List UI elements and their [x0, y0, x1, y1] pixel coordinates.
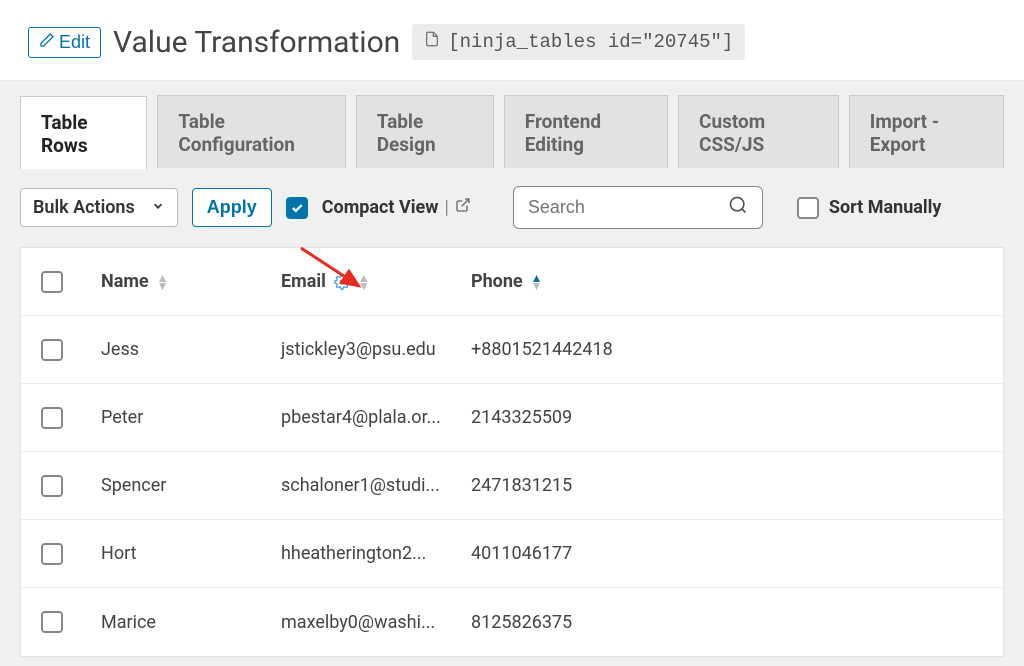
cell-phone: 2143325509 — [465, 407, 989, 428]
pencil-icon — [39, 32, 55, 53]
popout-icon[interactable] — [455, 197, 471, 218]
tab-table-configuration[interactable]: Table Configuration — [157, 95, 345, 168]
tab-table-rows[interactable]: Table Rows — [20, 96, 147, 169]
search-input[interactable] — [528, 197, 708, 218]
cell-name: Jess — [95, 339, 275, 360]
table-row[interactable]: Marice maxelby0@washi... 8125826375 — [21, 588, 1003, 656]
bulk-actions-label: Bulk Actions — [33, 197, 135, 218]
cell-email: pbestar4@plala.or... — [275, 407, 465, 428]
cell-email: jstickley3@psu.edu — [275, 339, 465, 360]
cell-phone: 4011046177 — [465, 543, 989, 564]
sort-icon: ▲▼ — [358, 274, 370, 290]
chevron-down-icon — [151, 197, 165, 218]
cell-name: Peter — [95, 407, 275, 428]
gear-icon[interactable] — [334, 274, 350, 290]
table-row[interactable]: Jess jstickley3@psu.edu +8801521442418 — [21, 316, 1003, 384]
tab-frontend-editing[interactable]: Frontend Editing — [504, 95, 668, 168]
sort-manually-checkbox[interactable] — [797, 197, 819, 219]
cell-email: schaloner1@studi... — [275, 475, 465, 496]
row-checkbox[interactable] — [41, 475, 63, 497]
sort-manually-label: Sort Manually — [829, 197, 942, 218]
row-checkbox[interactable] — [41, 611, 63, 633]
shortcode-text: [ninja_tables id="20745"] — [448, 31, 733, 53]
edit-button-label: Edit — [59, 32, 90, 53]
tab-import-export[interactable]: Import - Export — [849, 95, 1004, 168]
row-checkbox[interactable] — [41, 407, 63, 429]
document-icon — [424, 30, 440, 54]
cell-phone: +8801521442418 — [465, 339, 989, 360]
table-header-row: Name ▲▼ Email ▲▼ Phone ▲▼ — [21, 248, 1003, 316]
search-icon — [728, 195, 748, 220]
column-header-phone[interactable]: Phone ▲▼ — [471, 271, 543, 292]
tab-table-design[interactable]: Table Design — [356, 95, 494, 168]
cell-phone: 2471831215 — [465, 475, 989, 496]
compact-view-label: Compact View — [322, 197, 439, 218]
sort-icon: ▲▼ — [157, 274, 169, 290]
cell-phone: 8125826375 — [465, 612, 989, 633]
data-table: Name ▲▼ Email ▲▼ Phone ▲▼ — [20, 247, 1004, 657]
row-checkbox[interactable] — [41, 543, 63, 565]
page-title: Value Transformation — [113, 25, 400, 60]
row-checkbox[interactable] — [41, 339, 63, 361]
search-box[interactable] — [513, 186, 763, 229]
cell-name: Hort — [95, 543, 275, 564]
table-row[interactable]: Hort hheatherington2... 4011046177 — [21, 520, 1003, 588]
shortcode-display[interactable]: [ninja_tables id="20745"] — [412, 24, 745, 60]
sort-icon: ▲▼ — [531, 274, 543, 290]
bulk-actions-select[interactable]: Bulk Actions — [20, 188, 178, 227]
column-header-email[interactable]: Email ▲▼ — [281, 271, 370, 292]
cell-email: maxelby0@washi... — [275, 612, 465, 633]
tabs: Table Rows Table Configuration Table Des… — [20, 81, 1004, 168]
cell-name: Marice — [95, 612, 275, 633]
table-row[interactable]: Spencer schaloner1@studi... 2471831215 — [21, 452, 1003, 520]
select-all-checkbox[interactable] — [41, 271, 63, 293]
column-header-name[interactable]: Name ▲▼ — [101, 271, 169, 292]
apply-button[interactable]: Apply — [192, 188, 272, 227]
table-row[interactable]: Peter pbestar4@plala.or... 2143325509 — [21, 384, 1003, 452]
cell-name: Spencer — [95, 475, 275, 496]
divider-pipe: | — [444, 197, 448, 218]
edit-button[interactable]: Edit — [28, 27, 101, 58]
compact-view-checkbox[interactable] — [286, 197, 308, 219]
cell-email: hheatherington2... — [275, 543, 465, 564]
tab-custom-css-js[interactable]: Custom CSS/JS — [678, 95, 839, 168]
